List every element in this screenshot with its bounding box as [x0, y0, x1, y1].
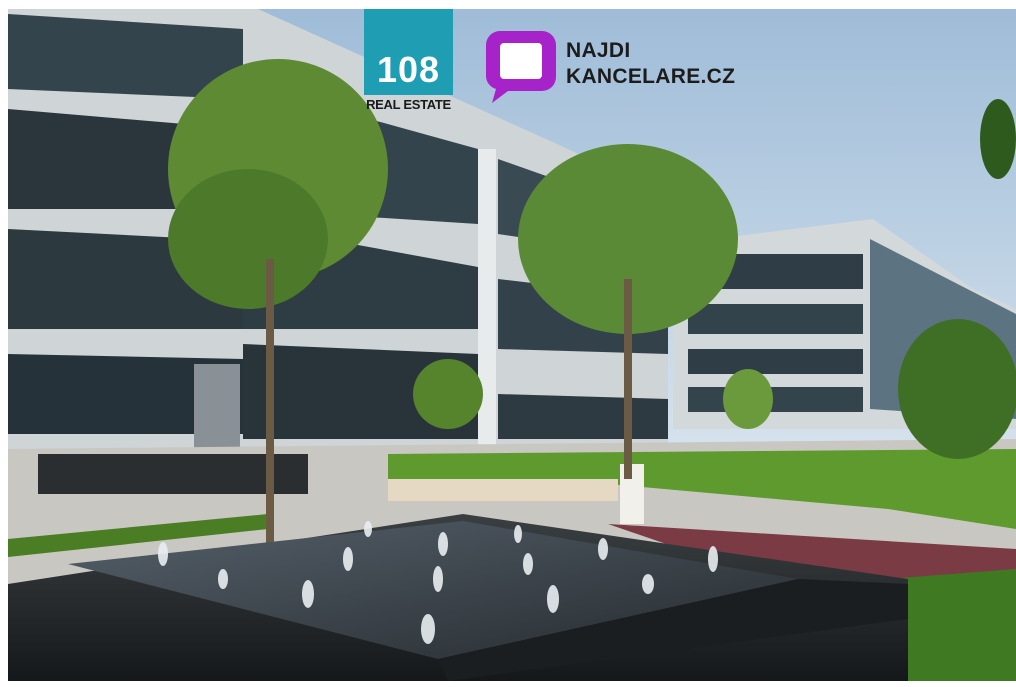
logo-number: 108 [376, 49, 441, 90]
photo-frame [8, 9, 1016, 681]
speech-bubble-icon [486, 31, 556, 103]
portal-line-2: KANCELARE.CZ [566, 65, 736, 88]
portal-wordmark: NAJDI KANCELARE.CZ [566, 38, 735, 90]
portal-line-1: NAJDI [566, 39, 631, 62]
real-estate-logo: 108 REAL ESTATE [364, 9, 453, 113]
logo-caption: REAL ESTATE [366, 97, 451, 112]
courtyard-photo [8, 9, 1016, 681]
portal-logo: NAJDI KANCELARE.CZ [486, 31, 735, 103]
